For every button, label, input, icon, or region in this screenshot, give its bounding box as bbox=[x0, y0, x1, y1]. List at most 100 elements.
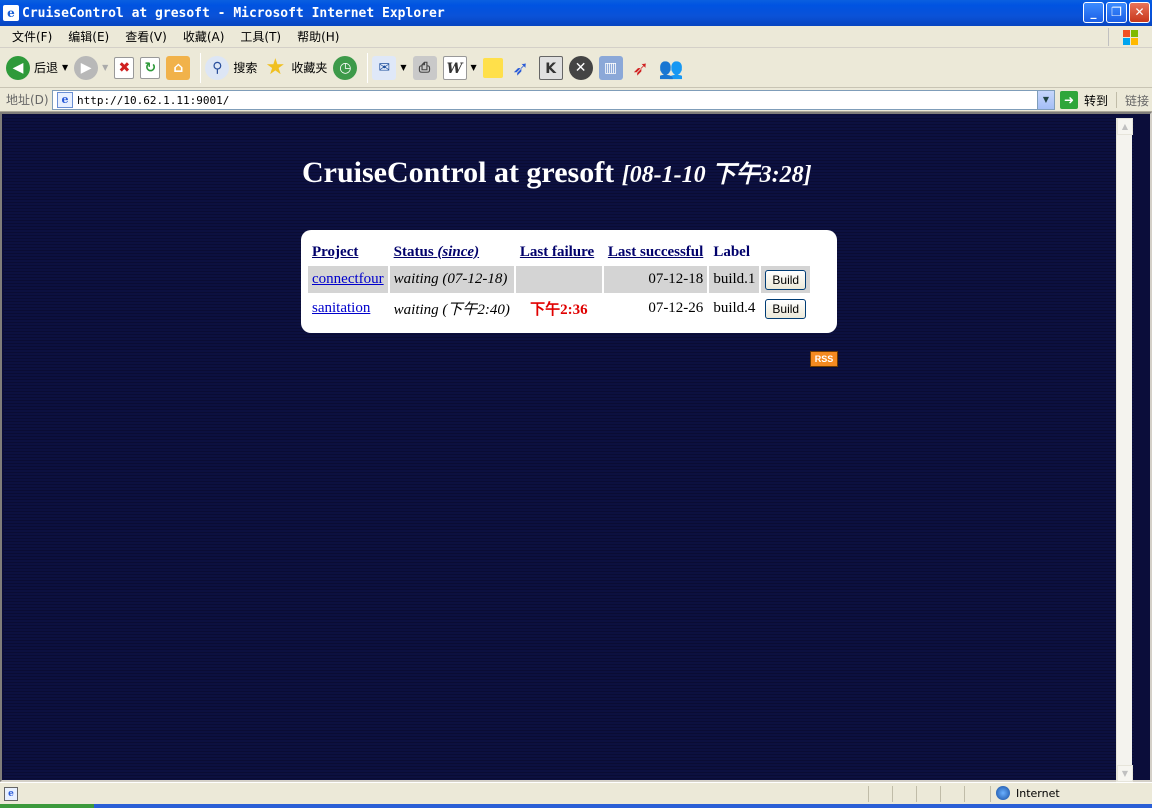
table-header-row: Project Status (since) Last failure Last… bbox=[308, 240, 810, 264]
status-cell: waiting (下午2:40) bbox=[389, 295, 514, 322]
window-title-bar: e CruiseControl at gresoft - Microsoft I… bbox=[0, 0, 1152, 26]
status-cell: waiting (07-12-18) bbox=[389, 266, 514, 293]
print-icon: ⎙ bbox=[412, 55, 437, 80]
project-link[interactable]: connectfour bbox=[312, 271, 384, 287]
action-cell: Build bbox=[761, 266, 811, 293]
project-link[interactable]: sanitation bbox=[312, 300, 370, 316]
last-successful-cell: 07-12-26 bbox=[603, 295, 708, 322]
links-button[interactable]: 链接 bbox=[1116, 92, 1149, 108]
favorites-icon: ★ bbox=[265, 54, 286, 80]
close-circle-icon: ✕ bbox=[568, 55, 593, 80]
action-cell: Build bbox=[761, 295, 811, 322]
close-button[interactable]: ✕ bbox=[1129, 2, 1150, 23]
contacts-button[interactable]: 👥 bbox=[659, 53, 684, 83]
status-bar: e Internet bbox=[0, 782, 1152, 804]
address-field[interactable]: e http://10.62.1.11:9001/ ▼ bbox=[52, 90, 1055, 110]
messenger-button[interactable]: ➶ bbox=[509, 53, 533, 83]
menu-help[interactable]: 帮助(H) bbox=[289, 28, 347, 45]
bird-button[interactable]: ➶ bbox=[629, 53, 653, 83]
research-button[interactable]: ▥ bbox=[598, 53, 623, 83]
page-title-text: CruiseControl at gresoft bbox=[302, 156, 615, 189]
status-cell bbox=[892, 786, 893, 802]
bird-icon: ➶ bbox=[632, 55, 650, 80]
research-icon: ▥ bbox=[598, 55, 623, 80]
page-icon: e bbox=[57, 92, 73, 108]
toolbar-separator bbox=[200, 52, 202, 83]
minimize-button[interactable]: _ bbox=[1083, 2, 1104, 23]
go-button[interactable]: ➜ 转到 bbox=[1060, 91, 1108, 109]
note-icon bbox=[482, 57, 503, 78]
menu-tools[interactable]: 工具(T) bbox=[232, 28, 289, 45]
home-button[interactable]: ⌂ bbox=[166, 53, 191, 83]
back-button[interactable]: ◀ 后退 ▼ bbox=[6, 53, 68, 83]
scroll-up-icon[interactable]: ▲ bbox=[1117, 118, 1133, 135]
project-cell: connectfour bbox=[308, 266, 388, 293]
vertical-scrollbar[interactable]: ▲ ▼ bbox=[1116, 118, 1133, 782]
refresh-button[interactable]: ↻ bbox=[140, 53, 161, 83]
note-button[interactable] bbox=[482, 53, 503, 83]
windows-logo-icon bbox=[1108, 28, 1146, 46]
chevron-down-icon[interactable]: ▼ bbox=[102, 63, 108, 72]
edit-icon: W bbox=[442, 55, 467, 80]
search-button[interactable]: ⚲ 搜索 bbox=[205, 53, 257, 83]
status-cell bbox=[964, 786, 965, 802]
stop-icon: ✖ bbox=[114, 56, 135, 79]
status-cell bbox=[916, 786, 917, 802]
build-button[interactable]: Build bbox=[765, 269, 807, 290]
scroll-down-icon[interactable]: ▼ bbox=[1117, 765, 1133, 782]
standard-toolbar: ◀ 后退 ▼ ▶ ▼ ✖ ↻ ⌂ ⚲ 搜索 ★ 收藏夹 ◷ ✉ ▼ ⎙ W ▼ … bbox=[0, 48, 1152, 88]
history-icon: ◷ bbox=[333, 55, 358, 80]
zone-label: Internet bbox=[1016, 786, 1060, 800]
rss-feed-button[interactable]: RSS bbox=[810, 351, 838, 367]
header-project[interactable]: Project bbox=[308, 240, 388, 264]
projects-panel: Project Status (since) Last failure Last… bbox=[301, 230, 837, 333]
menu-file[interactable]: 文件(F) bbox=[4, 28, 60, 45]
refresh-icon: ↻ bbox=[140, 56, 161, 79]
menu-favorites[interactable]: 收藏(A) bbox=[175, 28, 233, 45]
toolbar-k-button[interactable]: K bbox=[538, 53, 563, 83]
chevron-down-icon[interactable]: ▼ bbox=[471, 63, 477, 72]
url-text[interactable]: http://10.62.1.11:9001/ bbox=[77, 94, 229, 107]
menu-edit[interactable]: 编辑(E) bbox=[60, 28, 117, 45]
chevron-down-icon[interactable]: ▼ bbox=[400, 63, 406, 72]
header-last-failure[interactable]: Last failure bbox=[516, 240, 602, 264]
edit-button[interactable]: W ▼ bbox=[442, 53, 477, 83]
page-status-icon: e bbox=[4, 786, 18, 801]
favorites-button[interactable]: ★ 收藏夹 bbox=[263, 53, 327, 83]
toolbar-separator bbox=[367, 52, 369, 83]
menu-bar: 文件(F) 编辑(E) 查看(V) 收藏(A) 工具(T) 帮助(H) bbox=[0, 26, 1152, 48]
page-content: CruiseControl at gresoft [08-1-10 下午3:28… bbox=[4, 116, 1134, 782]
address-label: 地址(D) bbox=[6, 93, 49, 107]
header-status[interactable]: Status (since) bbox=[390, 240, 514, 264]
forward-button[interactable]: ▶ ▼ bbox=[74, 53, 108, 83]
chevron-down-icon[interactable]: ▼ bbox=[62, 63, 68, 72]
go-arrow-icon: ➜ bbox=[1060, 91, 1078, 109]
forward-icon: ▶ bbox=[74, 55, 99, 80]
ie-icon: e bbox=[3, 5, 19, 21]
mail-button[interactable]: ✉ ▼ bbox=[372, 53, 407, 83]
label-cell: build.1 bbox=[709, 266, 760, 293]
messenger-icon: ➶ bbox=[512, 55, 530, 80]
print-button[interactable]: ⎙ bbox=[412, 53, 437, 83]
page-timestamp: [08-1-10 下午3:28] bbox=[621, 162, 812, 188]
history-button[interactable]: ◷ bbox=[333, 53, 358, 83]
chevron-down-icon[interactable]: ▼ bbox=[1037, 91, 1054, 109]
last-failure-cell: 下午2:36 bbox=[515, 295, 602, 322]
window-controls: _ ❐ ✕ bbox=[1083, 2, 1150, 23]
restore-button[interactable]: ❐ bbox=[1106, 2, 1127, 23]
header-label: Label bbox=[713, 243, 750, 260]
close-circle-button[interactable]: ✕ bbox=[568, 53, 593, 83]
menu-view[interactable]: 查看(V) bbox=[117, 28, 175, 45]
taskbar-strip bbox=[0, 804, 1152, 808]
toolbar-k-icon: K bbox=[538, 55, 563, 80]
stop-button[interactable]: ✖ bbox=[114, 53, 135, 83]
security-zone: Internet bbox=[996, 786, 1060, 800]
project-cell: sanitation bbox=[308, 295, 388, 322]
favorites-label: 收藏夹 bbox=[291, 61, 328, 75]
projects-table: Project Status (since) Last failure Last… bbox=[306, 238, 812, 324]
build-button[interactable]: Build bbox=[765, 298, 807, 319]
home-icon: ⌂ bbox=[166, 55, 191, 80]
back-icon: ◀ bbox=[6, 55, 30, 80]
header-last-successful[interactable]: Last successful bbox=[604, 240, 707, 264]
last-failure-cell bbox=[515, 266, 602, 293]
